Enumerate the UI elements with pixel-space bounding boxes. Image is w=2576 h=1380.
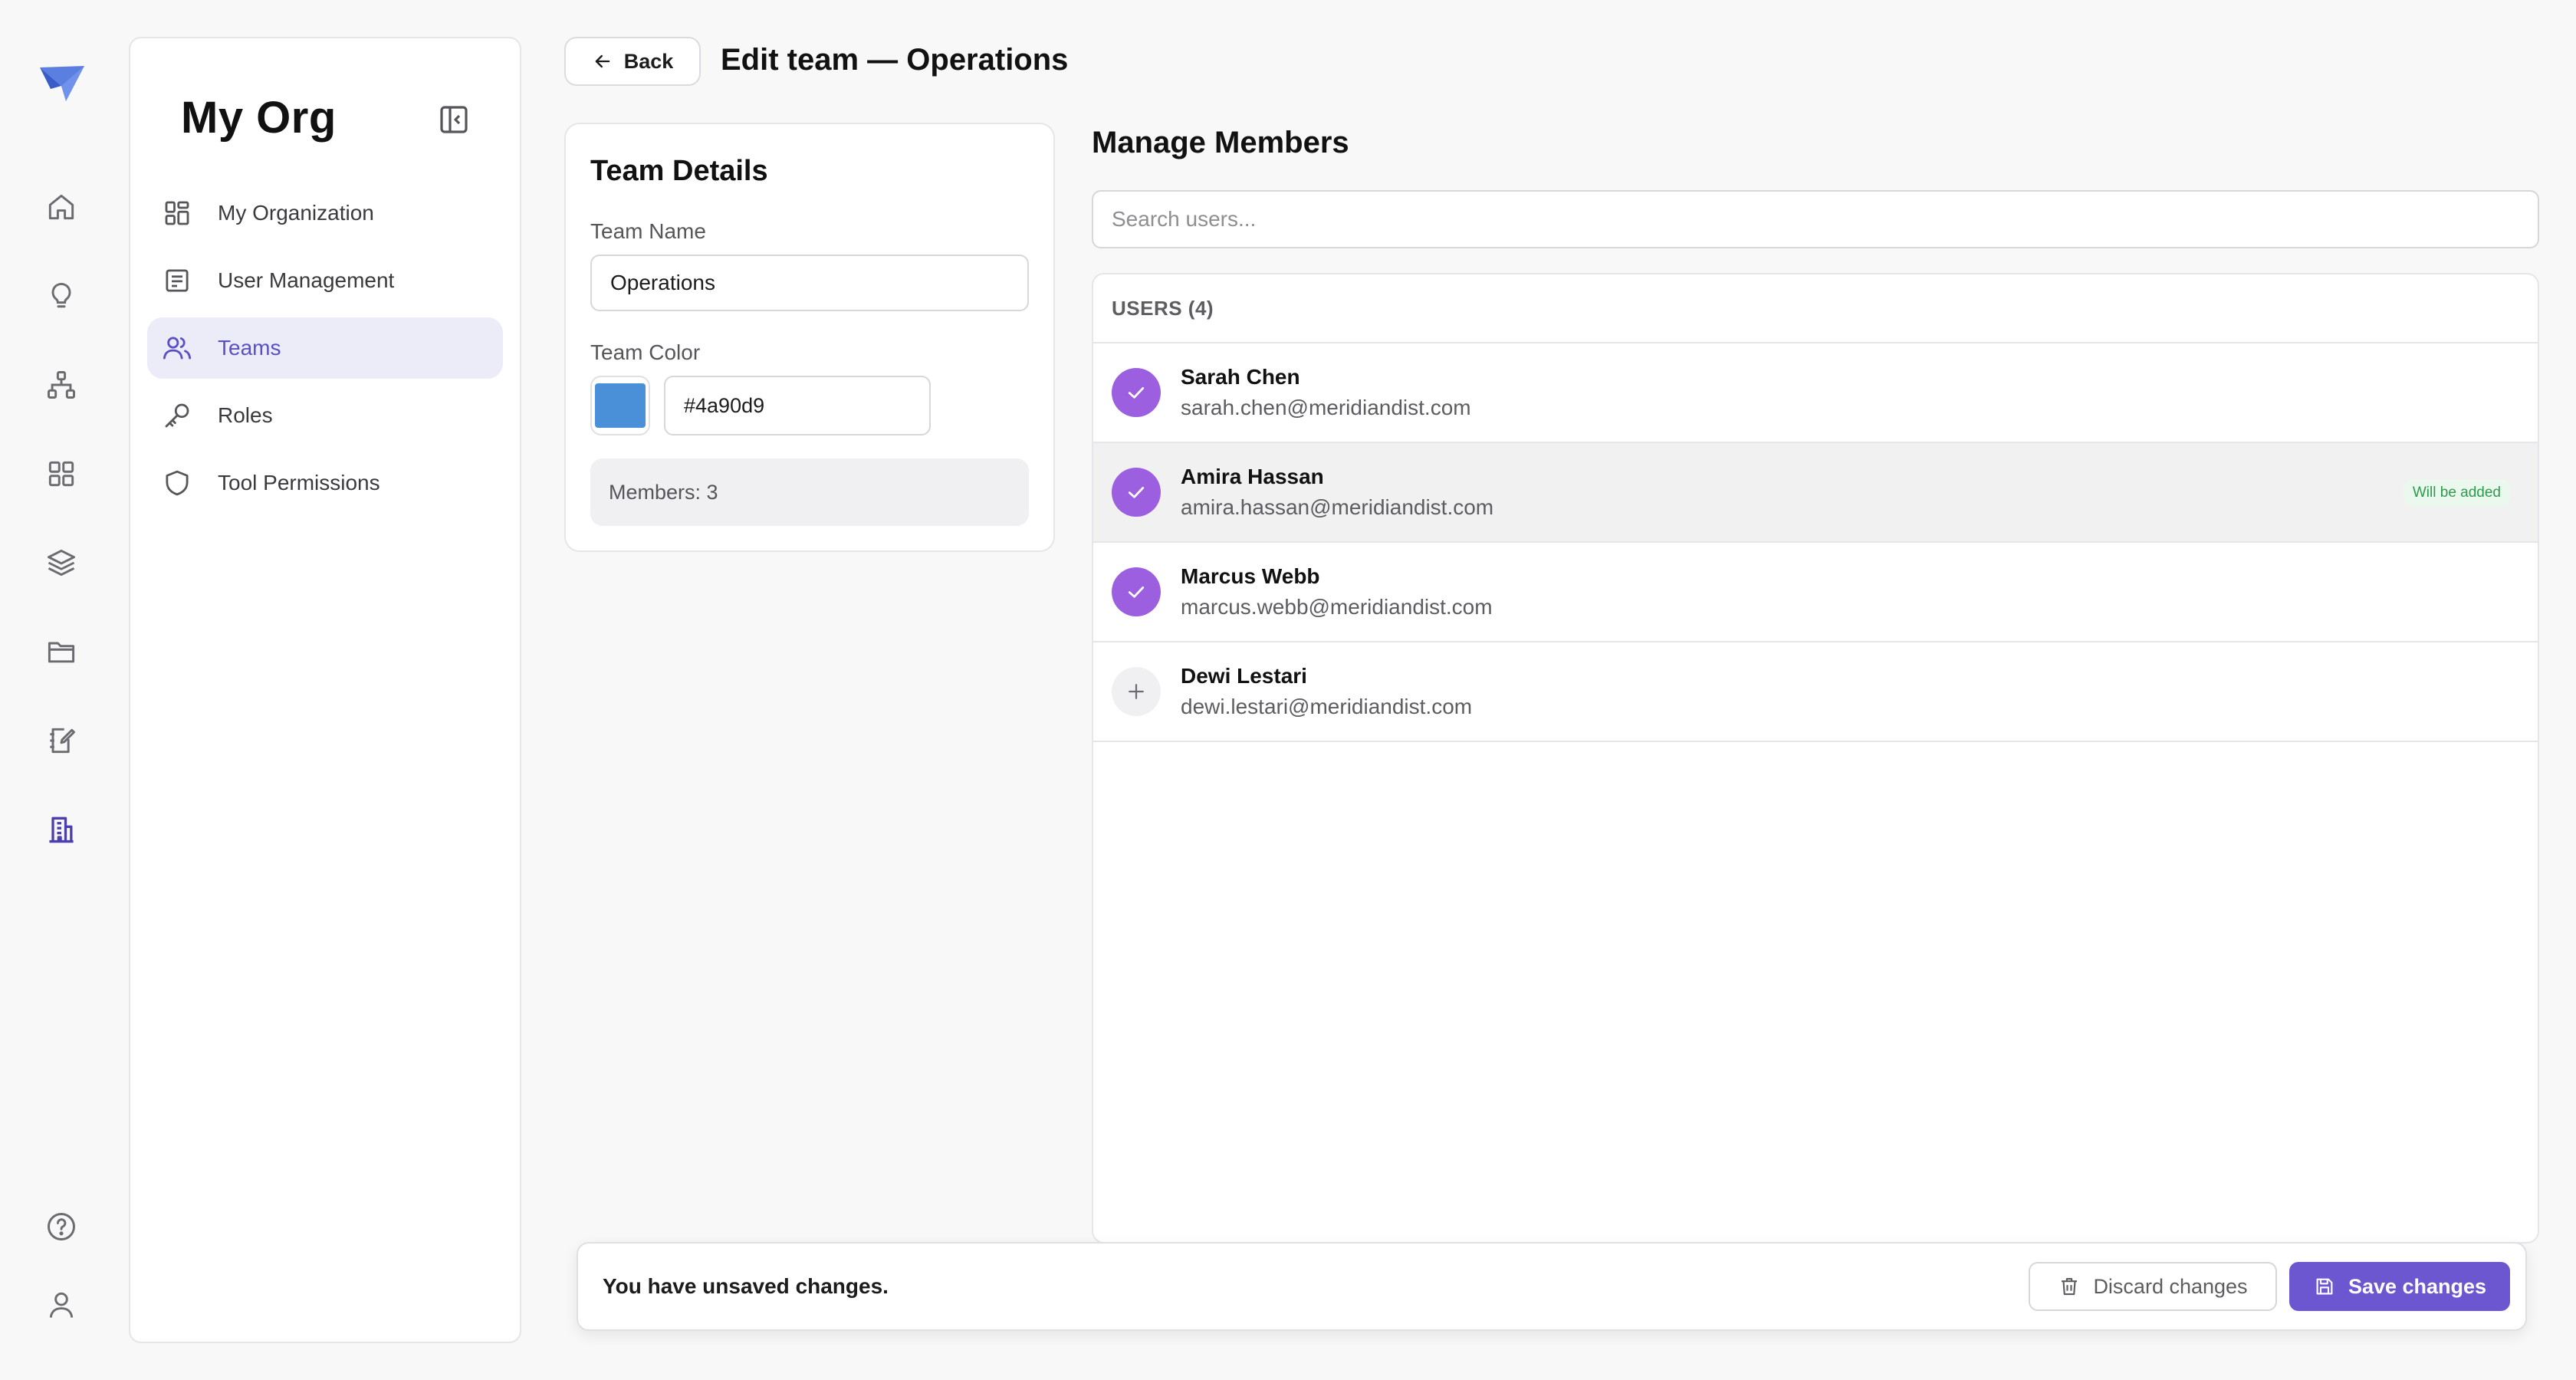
- will-be-added-badge: Will be added: [2403, 480, 2510, 506]
- search-users-input[interactable]: [1092, 190, 2539, 248]
- users-icon: [163, 337, 192, 360]
- team-color-hex-input[interactable]: [664, 376, 931, 435]
- checkmark-icon[interactable]: [1112, 567, 1161, 616]
- apps-grid-icon[interactable]: [38, 451, 84, 497]
- plus-icon[interactable]: [1112, 667, 1161, 716]
- arrow-left-icon: [595, 54, 610, 68]
- sidebar-nav: My Organization User Management Teams Ro…: [147, 182, 503, 520]
- discard-button-label: Discard changes: [2093, 1274, 2248, 1298]
- checkmark-icon[interactable]: [1112, 368, 1161, 417]
- user-row[interactable]: Marcus Webb marcus.webb@meridiandist.com: [1093, 543, 2538, 642]
- icon-rail: [0, 0, 123, 1380]
- layers-icon[interactable]: [38, 540, 84, 586]
- user-email: marcus.webb@meridiandist.com: [1181, 595, 1493, 619]
- team-color-label: Team Color: [590, 340, 701, 364]
- dashboard-icon: [165, 201, 189, 225]
- discard-changes-button[interactable]: Discard changes: [2029, 1262, 2277, 1311]
- sidebar-item-label: Roles: [218, 403, 273, 427]
- building-icon[interactable]: [38, 807, 84, 853]
- team-name-label: Team Name: [590, 219, 706, 243]
- save-button-label: Save changes: [2348, 1274, 2487, 1298]
- back-button[interactable]: Back: [564, 37, 701, 86]
- logo-icon[interactable]: [38, 64, 86, 103]
- unsaved-message: You have unsaved changes.: [603, 1274, 889, 1298]
- sidebar-item-roles[interactable]: Roles: [147, 385, 503, 446]
- folder-icon[interactable]: [38, 629, 84, 675]
- team-color-preview: [595, 383, 646, 428]
- team-color-swatch[interactable]: [590, 376, 650, 435]
- sidebar-item-my-organization[interactable]: My Organization: [147, 182, 503, 244]
- sidebar: My Org My Organization User Management T…: [129, 37, 521, 1343]
- sidebar-item-teams[interactable]: Teams: [147, 317, 503, 379]
- manage-members-heading: Manage Members: [1092, 126, 1349, 159]
- sidebar-item-tool-permissions[interactable]: Tool Permissions: [147, 452, 503, 514]
- user-row[interactable]: Amira Hassan amira.hassan@meridiandist.c…: [1093, 443, 2538, 543]
- users-list-header: USERS (4): [1093, 274, 2538, 343]
- key-icon: [165, 403, 189, 428]
- help-icon[interactable]: [38, 1204, 84, 1250]
- list-icon: [166, 269, 189, 292]
- sidebar-item-label: Tool Permissions: [218, 471, 380, 495]
- sidebar-item-user-management[interactable]: User Management: [147, 250, 503, 311]
- user-email: sarah.chen@meridiandist.com: [1181, 396, 1471, 419]
- unsaved-changes-bar: You have unsaved changes. Discard change…: [577, 1242, 2527, 1331]
- user-name: Sarah Chen: [1181, 365, 1300, 389]
- save-icon: [2316, 1278, 2333, 1295]
- hierarchy-icon[interactable]: [38, 362, 84, 408]
- shield-icon: [166, 470, 189, 496]
- trash-icon: [2062, 1277, 2078, 1296]
- user-row[interactable]: Sarah Chen sarah.chen@meridiandist.com: [1093, 343, 2538, 443]
- user-icon[interactable]: [38, 1282, 84, 1328]
- lightbulb-icon[interactable]: [38, 273, 84, 319]
- home-icon[interactable]: [38, 184, 84, 230]
- members-count: Members: 3: [590, 458, 1029, 526]
- user-name: Dewi Lestari: [1181, 664, 1307, 688]
- notebook-edit-icon[interactable]: [38, 718, 84, 764]
- team-details-card: Team Details Team Name Team Color Member…: [564, 123, 1055, 552]
- collapse-sidebar-icon[interactable]: [434, 100, 474, 140]
- sidebar-title: My Org: [181, 93, 337, 143]
- page-title: Edit team — Operations: [721, 43, 1069, 77]
- users-list-panel: USERS (4) Sarah Chen sarah.chen@meridian…: [1092, 273, 2539, 1244]
- user-email: amira.hassan@meridiandist.com: [1181, 495, 1494, 519]
- team-name-input[interactable]: [590, 255, 1029, 311]
- user-row[interactable]: Dewi Lestari dewi.lestari@meridiandist.c…: [1093, 642, 2538, 742]
- team-details-heading: Team Details: [590, 155, 768, 187]
- user-email: dewi.lestari@meridiandist.com: [1181, 695, 1473, 718]
- user-name: Marcus Webb: [1181, 564, 1320, 588]
- sidebar-item-label: My Organization: [218, 201, 374, 225]
- back-button-label: Back: [623, 49, 674, 73]
- sidebar-item-label: Teams: [218, 336, 281, 360]
- checkmark-icon[interactable]: [1112, 468, 1161, 517]
- save-changes-button[interactable]: Save changes: [2289, 1262, 2510, 1311]
- user-name: Amira Hassan: [1181, 465, 1324, 488]
- sidebar-item-label: User Management: [218, 268, 395, 292]
